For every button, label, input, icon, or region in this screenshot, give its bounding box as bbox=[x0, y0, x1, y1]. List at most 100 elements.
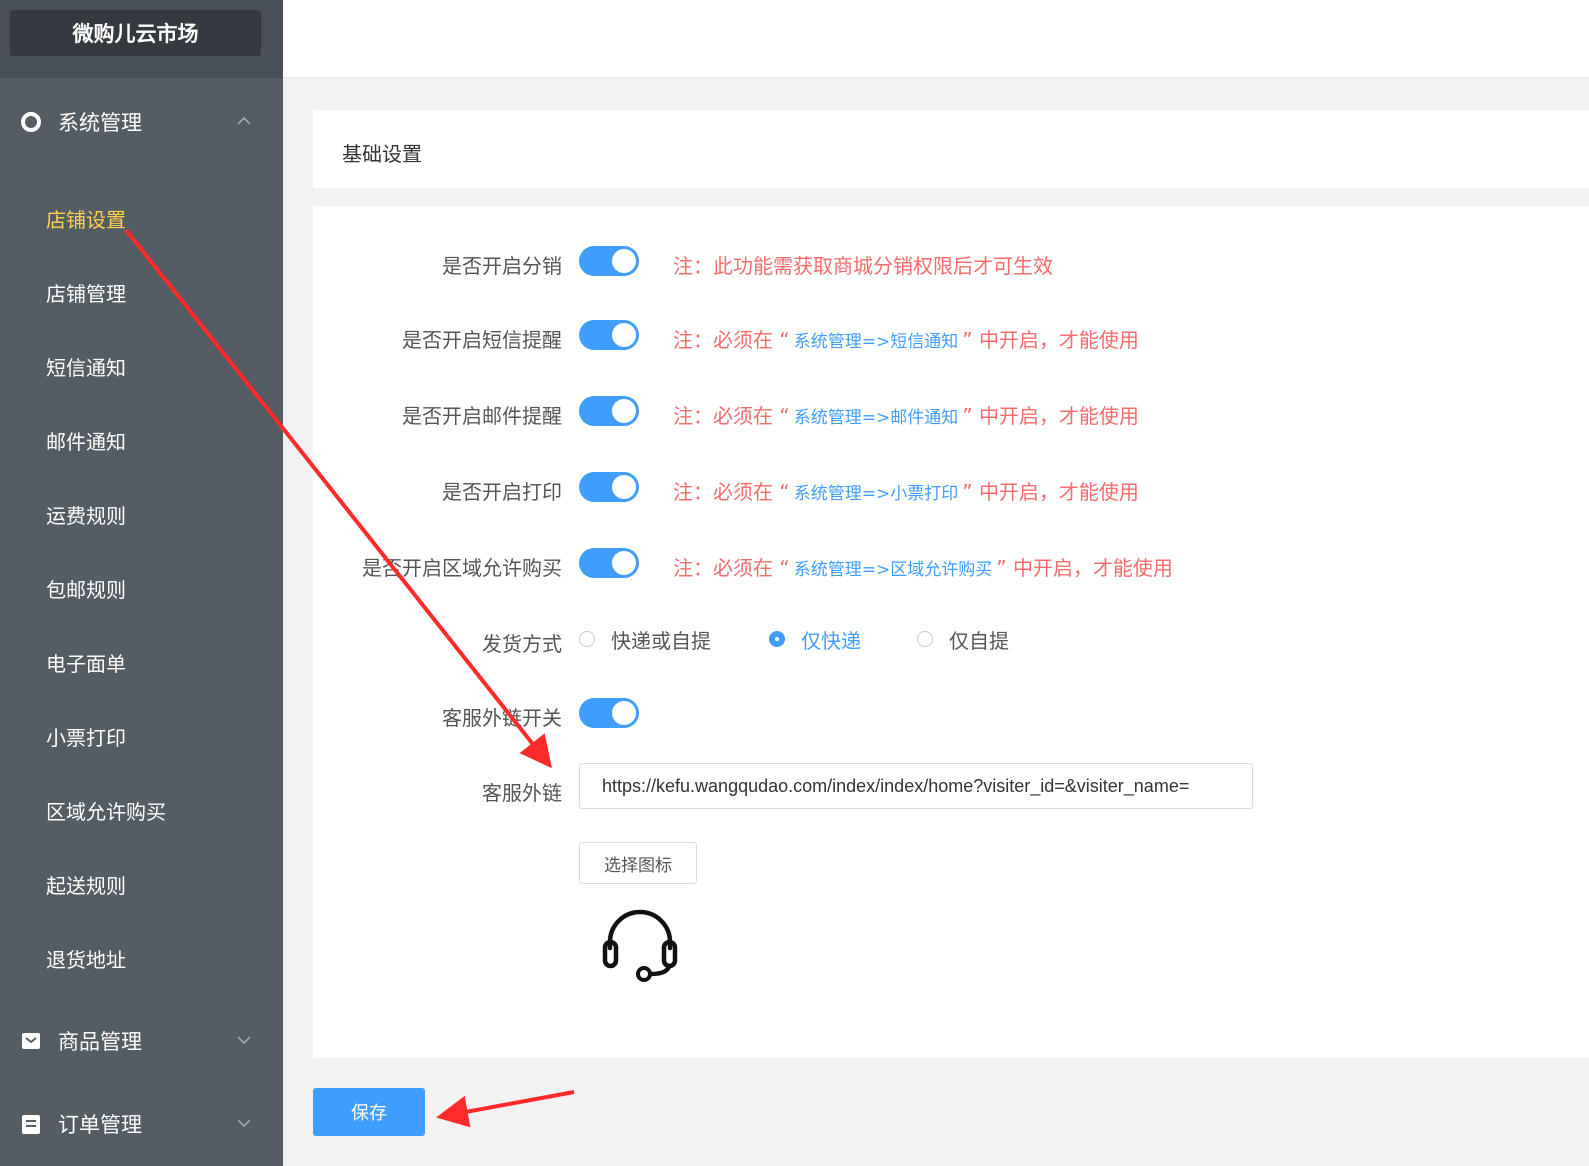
email-settings-link[interactable]: 系统管理=>邮件通知 bbox=[794, 408, 959, 428]
brand-logo: 微购儿云市场 bbox=[10, 10, 261, 56]
annotation-arrow bbox=[436, 1090, 575, 1128]
sidebar-item-label: 运费规则 bbox=[46, 503, 126, 528]
email-switch[interactable] bbox=[579, 396, 639, 426]
note-prefix: 注：必须在 “ bbox=[673, 404, 790, 428]
setting-label: 是否开启邮件提醒 bbox=[402, 404, 562, 428]
order-icon bbox=[20, 1113, 42, 1135]
sidebar: 微购儿云市场 系统管理 店铺设置 店铺管理 短信通知 邮件通知 运费规则 包邮规… bbox=[0, 0, 283, 1166]
setting-label: 是否开启分销 bbox=[442, 254, 562, 278]
setting-row-email: 是否开启邮件提醒 注：必须在 “系统管理=>邮件通知” 中开启，才能使用 bbox=[313, 392, 1589, 432]
menu-group-orders[interactable]: 订单管理 bbox=[0, 1096, 283, 1152]
sidebar-item-return-address[interactable]: 退货地址 bbox=[0, 935, 283, 981]
radio-circle bbox=[917, 631, 933, 647]
menu-group-label: 系统管理 bbox=[58, 111, 142, 135]
setting-note: 注：必须在 “系统管理=>短信通知” 中开启，才能使用 bbox=[673, 324, 1139, 353]
service-link-input[interactable] bbox=[579, 763, 1253, 809]
chevron-down-icon bbox=[236, 1116, 252, 1132]
setting-label: 是否开启打印 bbox=[442, 480, 562, 504]
sidebar-item-sms[interactable]: 短信通知 bbox=[0, 343, 283, 389]
region-switch[interactable] bbox=[579, 548, 639, 578]
sidebar-item-freight[interactable]: 运费规则 bbox=[0, 491, 283, 537]
switch-knob bbox=[612, 323, 636, 347]
panel-title: 基础设置 bbox=[342, 142, 422, 166]
settings-form: 是否开启分销 注：此功能需获取商城分销权限后才可生效 是否开启短信提醒 注：必须… bbox=[313, 206, 1589, 1058]
menu-group-label: 订单管理 bbox=[58, 1113, 142, 1137]
switch-knob bbox=[612, 701, 636, 725]
setting-label: 是否开启短信提醒 bbox=[402, 328, 562, 352]
setting-label: 客服外链 bbox=[482, 781, 562, 805]
setting-label: 发货方式 bbox=[482, 632, 562, 656]
sidebar-item-store-settings[interactable]: 店铺设置 bbox=[0, 195, 283, 241]
chevron-down-icon bbox=[236, 1033, 252, 1049]
setting-note: 注：必须在 “系统管理=>小票打印” 中开启，才能使用 bbox=[673, 476, 1139, 505]
save-button[interactable]: 保存 bbox=[313, 1088, 425, 1136]
sms-switch[interactable] bbox=[579, 320, 639, 350]
setting-label: 客服外链开关 bbox=[442, 706, 562, 730]
sidebar-item-region-purchase[interactable]: 区域允许购买 bbox=[0, 787, 283, 833]
note-prefix: 注：必须在 “ bbox=[673, 328, 790, 352]
setting-note: 注：必须在 “系统管理=>邮件通知” 中开启，才能使用 bbox=[673, 400, 1139, 429]
sidebar-item-label: 区域允许购买 bbox=[46, 799, 166, 824]
setting-row-delivery: 发货方式 快递或自提 仅快递 仅自提 bbox=[313, 620, 1589, 660]
radio-label: 仅快递 bbox=[801, 628, 861, 653]
setting-label: 是否开启区域允许购买 bbox=[362, 556, 562, 580]
setting-row-sms: 是否开启短信提醒 注：必须在 “系统管理=>短信通知” 中开启，才能使用 bbox=[313, 316, 1589, 356]
note-prefix: 注：必须在 “ bbox=[673, 480, 790, 504]
choose-icon-button[interactable]: 选择图标 bbox=[579, 842, 697, 884]
sidebar-item-label: 店铺管理 bbox=[46, 281, 126, 306]
radio-pickup-only[interactable]: 仅自提 bbox=[917, 624, 1009, 654]
note-prefix: 注：必须在 “ bbox=[673, 556, 790, 580]
switch-knob bbox=[612, 475, 636, 499]
sidebar-item-label: 退货地址 bbox=[46, 947, 126, 972]
radio-label: 仅自提 bbox=[949, 628, 1009, 653]
setting-row-region: 是否开启区域允许购买 注：必须在 “系统管理=>区域允许购买” 中开启，才能使用 bbox=[313, 544, 1589, 584]
gear-icon bbox=[20, 111, 42, 133]
radio-express-or-pickup[interactable]: 快递或自提 bbox=[579, 624, 711, 654]
switch-knob bbox=[612, 399, 636, 423]
brand-area: 微购儿云市场 bbox=[0, 0, 283, 78]
sidebar-item-label: 小票打印 bbox=[46, 725, 126, 750]
headset-icon bbox=[601, 904, 679, 982]
sidebar-item-free-shipping[interactable]: 包邮规则 bbox=[0, 565, 283, 611]
sidebar-item-label: 店铺设置 bbox=[46, 207, 126, 232]
setting-note: 注：此功能需获取商城分销权限后才可生效 bbox=[673, 254, 1053, 278]
sidebar-item-label: 起送规则 bbox=[46, 873, 126, 898]
region-settings-link[interactable]: 系统管理=>区域允许购买 bbox=[794, 560, 993, 580]
radio-circle bbox=[769, 631, 785, 647]
sidebar-item-e-waybill[interactable]: 电子面单 bbox=[0, 639, 283, 685]
radio-circle bbox=[579, 631, 595, 647]
note-suffix: ” 中开启，才能使用 bbox=[996, 556, 1173, 580]
note-suffix: ” 中开启，才能使用 bbox=[962, 480, 1139, 504]
print-switch[interactable] bbox=[579, 472, 639, 502]
setting-row-service-switch: 客服外链开关 bbox=[313, 694, 1589, 734]
setting-note: 注：必须在 “系统管理=>区域允许购买” 中开启，才能使用 bbox=[673, 552, 1173, 581]
chevron-up-icon bbox=[236, 114, 252, 130]
sidebar-item-min-delivery[interactable]: 起送规则 bbox=[0, 861, 283, 907]
switch-knob bbox=[612, 249, 636, 273]
service-link-switch[interactable] bbox=[579, 698, 639, 728]
sidebar-item-receipt-print[interactable]: 小票打印 bbox=[0, 713, 283, 759]
sidebar-item-email[interactable]: 邮件通知 bbox=[0, 417, 283, 463]
switch-knob bbox=[612, 551, 636, 575]
panel-header: 基础设置 bbox=[313, 110, 1589, 188]
sidebar-item-store-manage[interactable]: 店铺管理 bbox=[0, 269, 283, 315]
sidebar-item-label: 邮件通知 bbox=[46, 429, 126, 454]
goods-icon bbox=[20, 1030, 42, 1052]
menu-group-label: 商品管理 bbox=[58, 1030, 142, 1054]
radio-label: 快递或自提 bbox=[611, 628, 711, 653]
menu-group-system[interactable]: 系统管理 bbox=[0, 94, 283, 150]
note-suffix: ” 中开启，才能使用 bbox=[962, 328, 1139, 352]
sidebar-item-label: 短信通知 bbox=[46, 355, 126, 380]
note-suffix: ” 中开启，才能使用 bbox=[962, 404, 1139, 428]
top-bar bbox=[283, 0, 1589, 78]
setting-row-distribution: 是否开启分销 注：此功能需获取商城分销权限后才可生效 bbox=[313, 242, 1589, 282]
menu-group-goods[interactable]: 商品管理 bbox=[0, 1013, 283, 1069]
sidebar-item-label: 电子面单 bbox=[46, 651, 126, 676]
setting-row-print: 是否开启打印 注：必须在 “系统管理=>小票打印” 中开启，才能使用 bbox=[313, 468, 1589, 508]
print-settings-link[interactable]: 系统管理=>小票打印 bbox=[794, 484, 959, 504]
setting-row-service-link: 客服外链 bbox=[313, 763, 1589, 809]
sidebar-item-label: 包邮规则 bbox=[46, 577, 126, 602]
radio-express-only[interactable]: 仅快递 bbox=[769, 624, 861, 654]
distribution-switch[interactable] bbox=[579, 246, 639, 276]
sms-settings-link[interactable]: 系统管理=>短信通知 bbox=[794, 332, 959, 352]
